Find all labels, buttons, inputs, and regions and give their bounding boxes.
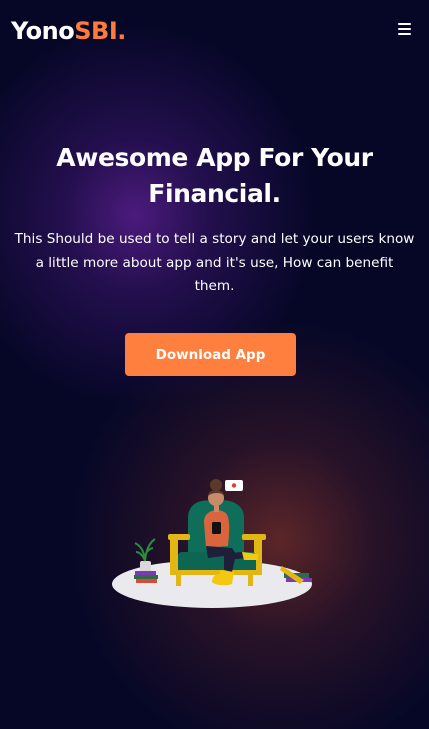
logo-main-text: Yono <box>11 17 75 45</box>
chat-bubble-icon <box>225 480 243 491</box>
hero-title-line-2: Financial. <box>148 179 281 208</box>
person-on-chair-with-phone-illustration <box>112 479 312 608</box>
hero-title-line-1: Awesome App For Your <box>56 143 373 172</box>
potted-plant-icon <box>134 538 158 583</box>
logo-accent-text: SBI. <box>74 17 126 45</box>
site-header: YonoSBI. <box>0 0 429 64</box>
landing-page: YonoSBI. Awesome App For Your Financial.… <box>0 0 429 729</box>
hero-title: Awesome App For Your Financial. <box>20 140 409 212</box>
download-app-button[interactable]: Download App <box>125 333 296 376</box>
hamburger-menu-icon[interactable] <box>398 23 411 37</box>
hero-description: This Should be used to tell a story and … <box>14 231 415 294</box>
brand-logo[interactable]: YonoSBI. <box>11 15 126 47</box>
